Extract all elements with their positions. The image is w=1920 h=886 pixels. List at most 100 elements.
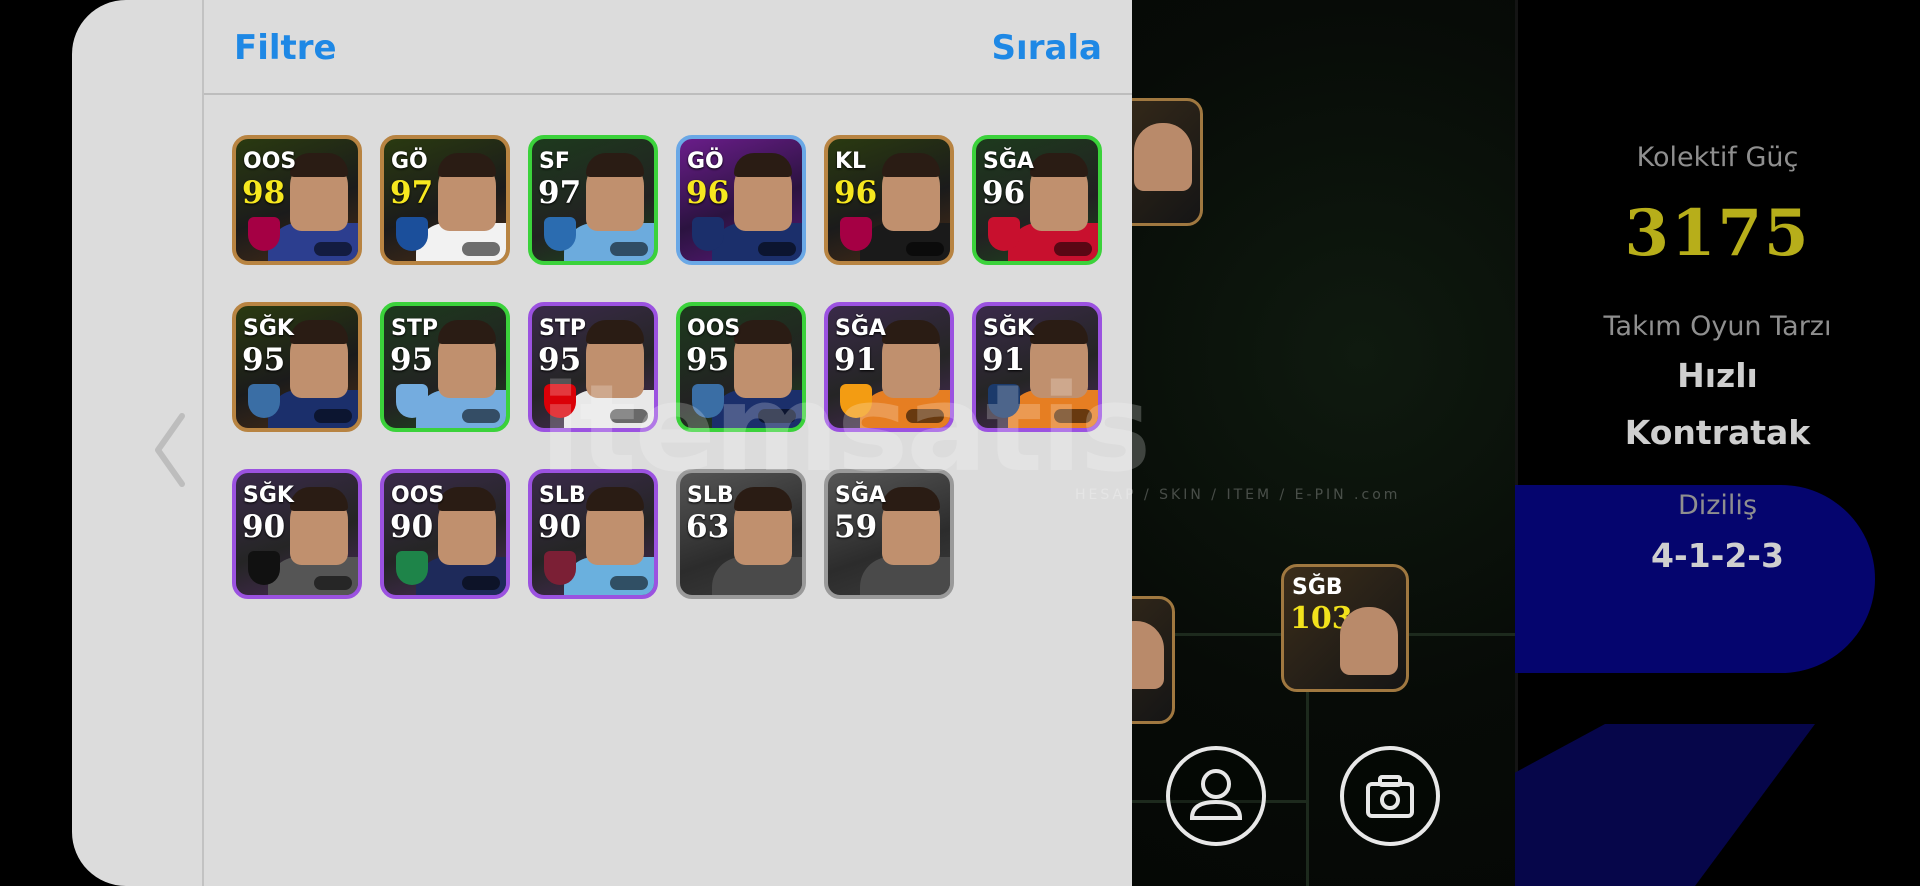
skill-boost-badge	[462, 576, 500, 590]
skill-boost-badge	[1054, 242, 1092, 256]
player-position: SĞK	[983, 316, 1034, 341]
player-hair	[1030, 320, 1088, 344]
player-card[interactable]: OOS 90	[380, 469, 510, 599]
club-crest-icon	[988, 217, 1020, 251]
player-hair	[882, 153, 940, 177]
player-rating: 95	[538, 342, 582, 378]
app-root: SĞB 103 Kolektif Güç 3175 Takım Oyun Tar…	[0, 0, 1920, 886]
player-position: SĞB	[1292, 575, 1343, 600]
formation-value: 4-1-2-3	[1651, 536, 1784, 575]
player-rating: 95	[242, 342, 286, 378]
player-hair	[734, 487, 792, 511]
collective-power-value: 3175	[1624, 196, 1811, 271]
player-rating: 96	[686, 175, 730, 211]
screenshot-button[interactable]	[1340, 746, 1440, 846]
panel-toolbar: Filtre Sırala	[204, 0, 1132, 95]
player-rating: 91	[982, 342, 1026, 378]
skill-boost-badge	[314, 409, 352, 423]
player-position: KL	[835, 149, 867, 174]
skill-boost-badge	[758, 242, 796, 256]
club-crest-icon	[248, 384, 280, 418]
skill-boost-badge	[1054, 409, 1092, 423]
player-face	[1134, 123, 1192, 191]
player-rating: 96	[834, 175, 878, 211]
player-card[interactable]: STP 95	[528, 302, 658, 432]
chevron-left-icon[interactable]	[150, 410, 190, 490]
player-position: OOS	[243, 149, 297, 174]
player-rating: 97	[390, 175, 434, 211]
player-position: GÖ	[391, 149, 428, 174]
player-card[interactable]: OOS 98	[232, 135, 362, 265]
player-position: SLB	[539, 483, 586, 508]
profile-button[interactable]	[1166, 746, 1266, 846]
player-list-panel	[72, 0, 1132, 886]
club-crest-icon	[248, 217, 280, 251]
player-hair	[882, 320, 940, 344]
player-hair	[438, 320, 496, 344]
player-rating: 98	[242, 175, 286, 211]
player-position: STP	[391, 316, 438, 341]
player-card[interactable]: GÖ 97	[380, 135, 510, 265]
player-rating: 90	[538, 509, 582, 545]
player-hair	[438, 153, 496, 177]
club-crest-icon	[544, 217, 576, 251]
player-card[interactable]: SF 97	[528, 135, 658, 265]
club-crest-icon	[840, 384, 872, 418]
playstyle-value-line2: Kontratak	[1624, 413, 1811, 452]
player-card[interactable]: OOS 95	[676, 302, 806, 432]
player-rating: 95	[686, 342, 730, 378]
skill-boost-badge	[610, 409, 648, 423]
skill-boost-badge	[610, 576, 648, 590]
player-hair	[586, 320, 644, 344]
player-position: SF	[539, 149, 570, 174]
player-card[interactable]: SĞK 90	[232, 469, 362, 599]
player-position: STP	[539, 316, 586, 341]
player-card[interactable]: SĞA 91	[824, 302, 954, 432]
player-hair	[586, 153, 644, 177]
player-hair	[438, 487, 496, 511]
sort-button[interactable]: Sırala	[992, 28, 1102, 68]
player-hair	[882, 487, 940, 511]
player-rating: 96	[982, 175, 1026, 211]
player-rating: 97	[538, 175, 582, 211]
skill-boost-badge	[314, 576, 352, 590]
filter-button[interactable]: Filtre	[234, 28, 337, 68]
player-card[interactable]: SĞK 91	[972, 302, 1102, 432]
player-position: SĞA	[983, 149, 1034, 174]
club-crest-icon	[988, 384, 1020, 418]
player-card[interactable]: SLB 63	[676, 469, 806, 599]
player-position: SĞK	[243, 316, 294, 341]
player-card[interactable]: GÖ 96	[676, 135, 806, 265]
club-crest-icon	[544, 384, 576, 418]
collective-power-label: Kolektif Güç	[1636, 142, 1799, 173]
skill-boost-badge	[314, 242, 352, 256]
player-position: SLB	[687, 483, 734, 508]
player-position: SĞK	[243, 483, 294, 508]
player-card[interactable]: STP 95	[380, 302, 510, 432]
featured-pitch-player-card[interactable]: SĞB 103	[1281, 564, 1409, 692]
player-rating: 63	[686, 509, 730, 545]
skill-boost-badge	[462, 409, 500, 423]
player-hair	[1030, 153, 1088, 177]
skill-boost-badge	[758, 409, 796, 423]
panel-divider	[202, 0, 204, 886]
player-card[interactable]: SLB 90	[528, 469, 658, 599]
skill-boost-badge	[906, 409, 944, 423]
watermark-subtitle: HESAP / SKIN / ITEM / E-PIN .com	[1075, 487, 1401, 503]
club-crest-icon	[396, 551, 428, 585]
player-face	[1340, 607, 1398, 675]
club-crest-icon	[248, 551, 280, 585]
player-rating: 59	[834, 509, 878, 545]
player-card[interactable]: SĞA 59	[824, 469, 954, 599]
player-card[interactable]: SĞK 95	[232, 302, 362, 432]
player-hair	[734, 320, 792, 344]
player-card[interactable]: SĞA 96	[972, 135, 1102, 265]
player-card[interactable]: KL 96	[824, 135, 954, 265]
player-rating: 95	[390, 342, 434, 378]
player-hair	[734, 153, 792, 177]
player-rating: 90	[242, 509, 286, 545]
club-crest-icon	[544, 551, 576, 585]
playstyle-value-line1: Hızlı	[1677, 356, 1758, 395]
skill-boost-badge	[610, 242, 648, 256]
player-hair	[290, 153, 348, 177]
